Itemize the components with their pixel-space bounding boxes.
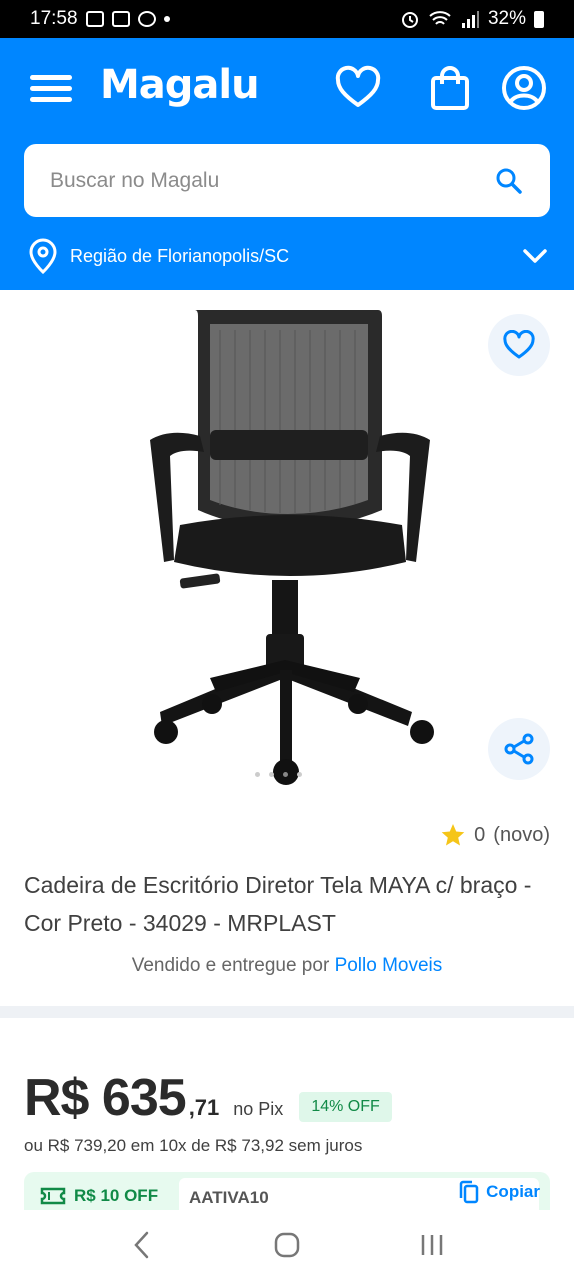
rating-value: 0	[474, 823, 486, 846]
home-nav-button[interactable]	[267, 1225, 307, 1265]
carousel-dot[interactable]	[283, 772, 288, 777]
ticket-icon	[40, 1187, 66, 1205]
section-divider	[0, 1006, 574, 1018]
coupon-code: AATIVA10	[189, 1188, 269, 1207]
favorites-heart-icon[interactable]	[334, 64, 382, 112]
search-icon[interactable]	[494, 166, 524, 196]
app-notification-icon	[111, 11, 130, 27]
status-time: 17:58	[30, 8, 78, 29]
rating-label: (novo)	[493, 823, 550, 846]
magalu-logo[interactable]: Magalu	[100, 62, 260, 108]
status-right: 32%	[400, 8, 544, 30]
shopping-bag-icon[interactable]	[426, 64, 474, 112]
recents-icon	[421, 1235, 442, 1255]
status-left: 17:58	[30, 8, 170, 30]
region-label: Região de Florianopolis/SC	[70, 245, 290, 266]
whatsapp-notification-icon	[137, 11, 156, 27]
top-bar: Magalu	[0, 38, 574, 138]
battery-icon	[534, 10, 544, 28]
recents-nav-button[interactable]	[412, 1225, 452, 1265]
region-selector[interactable]: Região de Florianopolis/SC	[28, 234, 548, 278]
back-nav-button[interactable]	[122, 1225, 162, 1265]
alarm-icon	[401, 12, 418, 28]
system-navigation-bar	[0, 1210, 574, 1280]
carousel-dot[interactable]	[297, 772, 302, 777]
carousel-dot[interactable]	[255, 772, 260, 777]
product-image-office-chair	[150, 310, 434, 785]
coupon-value: R$ 10 OFF	[74, 1186, 159, 1205]
star-icon	[441, 824, 465, 846]
coupon-tag: R$ 10 OFF	[40, 1186, 158, 1206]
price-cents: ,71	[188, 1095, 220, 1120]
heart-icon	[503, 330, 535, 359]
chevron-down-icon[interactable]	[522, 248, 548, 264]
pix-label: no Pix	[233, 1099, 284, 1119]
seller-prefix: Vendido e entregue por	[131, 955, 330, 976]
gallery-notification-icon	[85, 11, 104, 27]
search-input[interactable]: Buscar no Magalu	[24, 144, 550, 217]
seller-info: Vendido e entregue por Pollo Moveis	[0, 955, 574, 977]
product-image-gallery[interactable]	[0, 290, 574, 800]
battery-percent: 32%	[487, 8, 526, 29]
back-icon	[134, 1231, 149, 1259]
user-account-icon[interactable]	[500, 64, 548, 112]
share-button[interactable]	[488, 718, 550, 780]
status-bar: 17:58 32%	[0, 0, 574, 38]
signal-icon	[461, 11, 479, 28]
location-pin-icon	[29, 238, 57, 274]
product-title: Cadeira de Escritório Diretor Tela MAYA …	[24, 872, 532, 936]
copy-icon	[459, 1180, 479, 1204]
menu-icon[interactable]	[30, 71, 72, 105]
rating[interactable]: 0 (novo)	[440, 822, 550, 848]
product-favorite-button[interactable]	[488, 314, 550, 376]
home-icon	[274, 1232, 300, 1258]
price-main: R$ 635	[24, 1069, 187, 1127]
discount-badge: 14% OFF	[299, 1092, 392, 1122]
price-row: R$ 635 ,71 no Pix 14% OFF	[24, 1068, 392, 1128]
more-notifications-icon	[163, 16, 170, 22]
search-placeholder: Buscar no Magalu	[50, 168, 220, 192]
copy-coupon-button[interactable]: Copiar	[458, 1180, 540, 1204]
header: Magalu Buscar no Magalu Região de Floria…	[0, 38, 574, 290]
wifi-icon	[429, 11, 451, 25]
carousel-indicators	[255, 772, 302, 777]
installments-text: ou R$ 739,20 em 10x de R$ 73,92 sem juro…	[24, 1136, 363, 1155]
seller-link[interactable]: Pollo Moveis	[335, 955, 443, 976]
carousel-dot[interactable]	[269, 772, 274, 777]
copy-label: Copiar	[486, 1182, 540, 1201]
share-icon	[504, 733, 534, 765]
